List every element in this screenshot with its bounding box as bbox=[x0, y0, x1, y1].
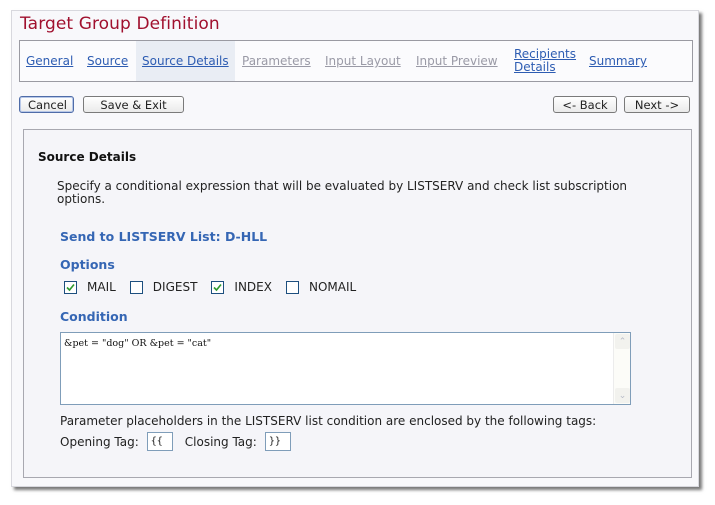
tab-source-details[interactable]: Source Details bbox=[136, 41, 235, 81]
tab-summary[interactable]: Summary bbox=[589, 41, 647, 81]
mail-label: MAIL bbox=[87, 280, 116, 294]
tab-input-layout: Input Layout bbox=[325, 54, 401, 68]
checkmark-icon bbox=[213, 283, 223, 291]
tab-general[interactable]: General bbox=[26, 41, 73, 81]
tab-source[interactable]: Source bbox=[87, 41, 128, 81]
closing-tag-input[interactable]: }} bbox=[264, 432, 291, 451]
scroll-down-icon[interactable]: ⌄ bbox=[615, 388, 630, 403]
next-button[interactable]: Next -> bbox=[624, 96, 690, 113]
tab-recipients-details[interactable]: Recipients Details bbox=[514, 41, 576, 81]
tab-recipients-details-line2: Details bbox=[514, 60, 556, 74]
tab-parameters: Parameters bbox=[242, 54, 311, 68]
page-title: Target Group Definition bbox=[20, 14, 220, 34]
wizard-tabs: General Source Source Details Parameters… bbox=[19, 40, 693, 82]
send-to-list-heading: Send to LISTSERV List: D-HLL bbox=[60, 229, 268, 244]
target-group-panel: Target Group Definition General Source S… bbox=[11, 10, 699, 487]
section-title: Source Details bbox=[38, 150, 137, 164]
cancel-button[interactable]: Cancel bbox=[19, 96, 74, 113]
closing-tag-label: Closing Tag: bbox=[184, 434, 257, 449]
scroll-up-icon[interactable]: ⌃ bbox=[615, 334, 630, 349]
placeholder-note: Parameter placeholders in the LISTSERV l… bbox=[60, 414, 597, 428]
digest-checkbox[interactable] bbox=[129, 280, 143, 294]
save-exit-button[interactable]: Save & Exit bbox=[83, 96, 184, 113]
condition-heading: Condition bbox=[60, 309, 128, 324]
opening-tag-input[interactable]: {{ bbox=[146, 432, 173, 451]
index-checkbox[interactable] bbox=[211, 280, 225, 294]
digest-label: DIGEST bbox=[152, 280, 198, 294]
mail-checkbox[interactable] bbox=[64, 280, 77, 294]
opening-tag-label: Opening Tag: bbox=[60, 434, 139, 449]
options-heading: Options bbox=[60, 257, 115, 272]
nomail-checkbox[interactable] bbox=[285, 280, 299, 294]
nomail-label: NOMAIL bbox=[308, 280, 357, 294]
tag-settings: Opening Tag: {{ Closing Tag: }} bbox=[60, 432, 303, 451]
source-details-section: Source Details Specify a conditional exp… bbox=[23, 129, 692, 478]
tab-input-preview: Input Preview bbox=[416, 54, 498, 68]
checkmark-icon bbox=[66, 283, 75, 291]
back-button[interactable]: <- Back bbox=[553, 96, 617, 113]
subscription-options: MAIL DIGEST INDEX NOMAIL bbox=[64, 280, 370, 294]
condition-textarea[interactable]: &pet = "dog" OR &pet = "cat" ⌃ ⌄ bbox=[60, 332, 631, 405]
index-label: INDEX bbox=[234, 280, 272, 294]
condition-text: &pet = "dog" OR &pet = "cat" bbox=[64, 338, 212, 349]
condition-scrollbar[interactable]: ⌃ ⌄ bbox=[613, 333, 630, 404]
section-description: Specify a conditional expression that wi… bbox=[57, 179, 628, 206]
